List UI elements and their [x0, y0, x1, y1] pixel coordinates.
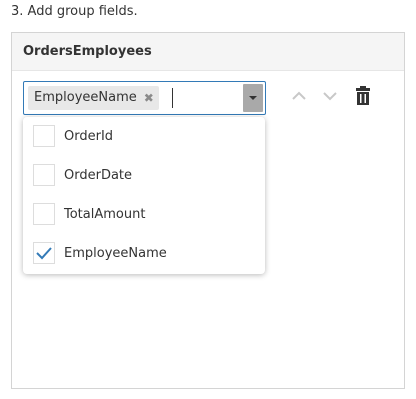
list-item-orderdate[interactable]: OrderDate: [23, 156, 265, 195]
list-item-orderid[interactable]: OrderId: [23, 117, 265, 156]
tag-label: EmployeeName: [34, 90, 137, 105]
move-down-button[interactable]: [319, 85, 341, 107]
tag-employee-name: EmployeeName ✖: [28, 86, 159, 110]
chevron-up-icon: [292, 91, 306, 100]
checkbox-orderdate[interactable]: [33, 164, 55, 186]
list-item-label: OrderDate: [64, 168, 133, 183]
checkmark-icon: [36, 247, 52, 260]
delete-group-button[interactable]: [352, 85, 374, 107]
checkbox-employeename[interactable]: [33, 242, 55, 264]
list-item-label: EmployeeName: [64, 246, 167, 261]
list-item-label: TotalAmount: [64, 207, 146, 222]
chevron-down-icon: [249, 96, 257, 100]
list-item-totalamount[interactable]: TotalAmount: [23, 195, 265, 234]
group-fields-tagbox[interactable]: EmployeeName ✖: [23, 81, 266, 115]
checkbox-orderid[interactable]: [33, 125, 55, 147]
checkbox-totalamount[interactable]: [33, 203, 55, 225]
panel-title: OrdersEmployees: [12, 33, 404, 71]
step-title: 3. Add group fields.: [11, 4, 138, 19]
dropdown-toggle-button[interactable]: [243, 84, 263, 112]
tag-remove-icon[interactable]: ✖: [144, 86, 154, 110]
text-caret: [172, 88, 173, 108]
trash-icon: [356, 86, 370, 105]
chevron-down-icon: [323, 92, 337, 101]
move-up-button[interactable]: [288, 85, 310, 107]
fields-dropdown-popup: OrderId OrderDate TotalAmount EmployeeNa…: [23, 117, 265, 274]
list-item-employeename[interactable]: EmployeeName: [23, 234, 265, 273]
list-item-label: OrderId: [64, 129, 114, 144]
